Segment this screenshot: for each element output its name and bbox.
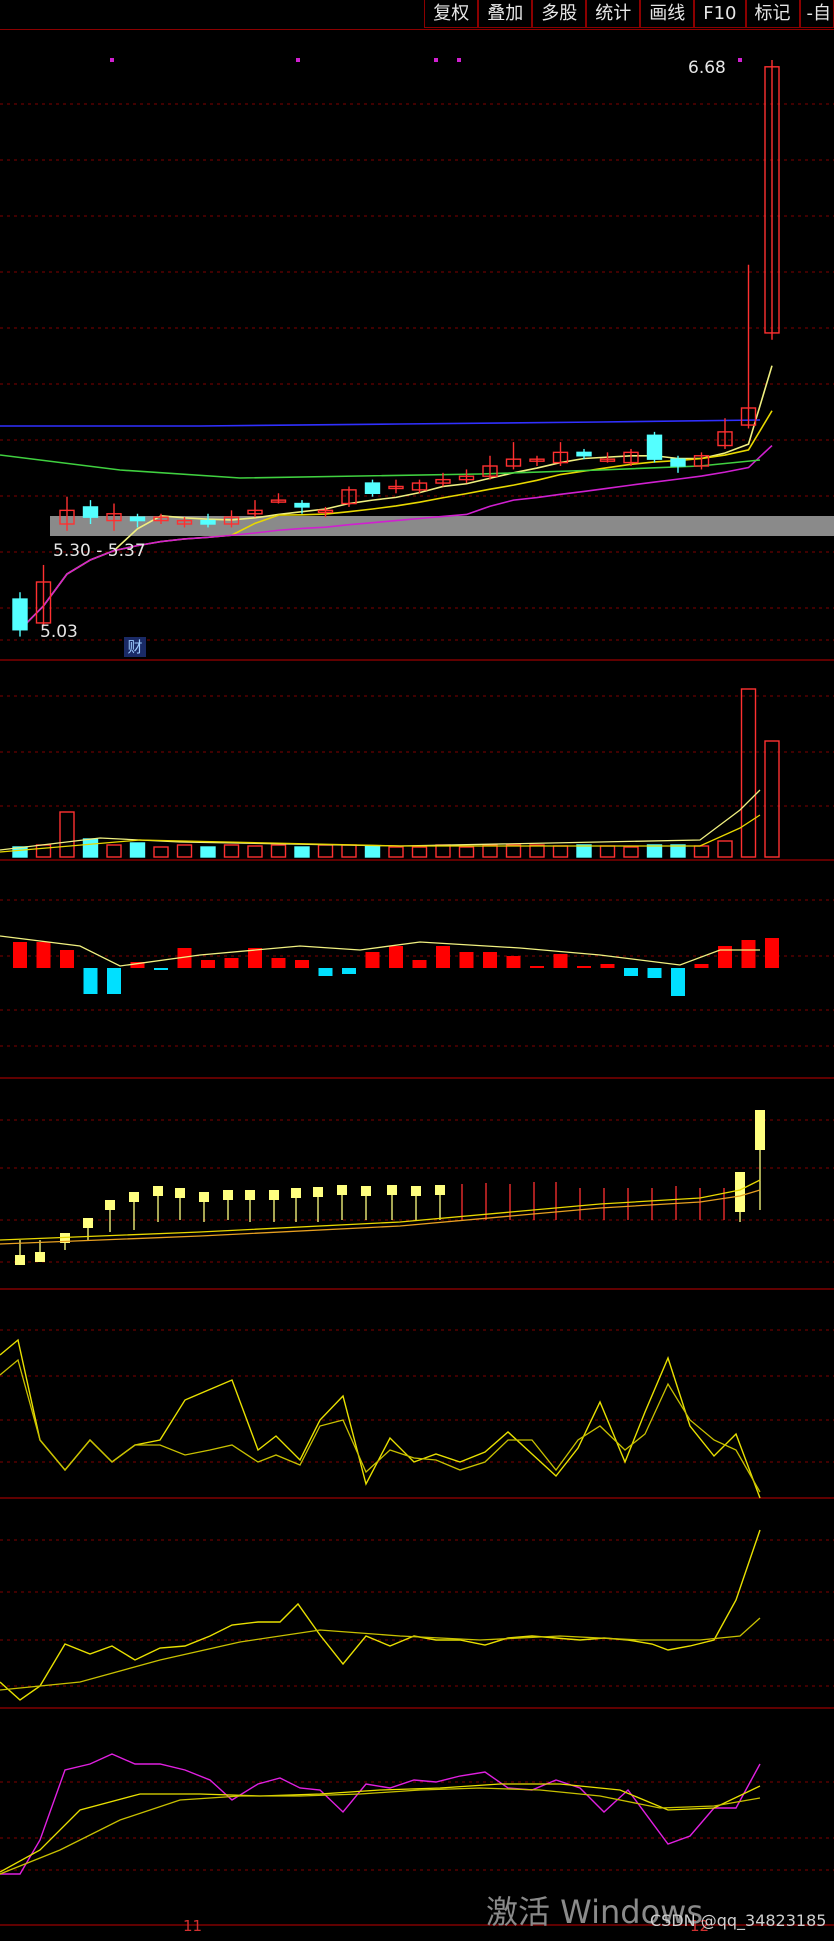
volume-bar-9	[223, 844, 240, 858]
finance-badge[interactable]: 财	[124, 637, 146, 657]
volume-bar-28	[670, 844, 686, 858]
signal-dot-3	[457, 58, 461, 62]
volume-bar-31	[740, 688, 757, 858]
macd-bar-4	[107, 968, 121, 994]
volume-bar-18	[435, 844, 451, 858]
stock-chart[interactable]	[0, 0, 834, 1941]
macd-bar-22	[530, 966, 544, 968]
osc-line-fast	[0, 1338, 761, 1499]
ma20-line	[19, 444, 773, 631]
volume-bar-11	[270, 844, 287, 858]
macd-signal-line	[0, 935, 760, 967]
macd-bar-18	[436, 946, 450, 968]
candle-body-0	[12, 598, 28, 631]
volume-bar-24	[576, 844, 592, 858]
macd-bar-2	[60, 950, 74, 968]
macd-bar-27	[647, 968, 662, 978]
osc-line-slow	[0, 1358, 761, 1493]
macd-bar-29	[694, 964, 709, 968]
macd-bar-23	[553, 954, 568, 968]
macd-bar-25	[600, 964, 615, 968]
macd-bar-13	[318, 968, 333, 976]
signal-dot-0	[110, 58, 114, 62]
signal-dot-2	[434, 58, 438, 62]
macd-bar-28	[671, 968, 685, 996]
volume-bar-4	[106, 844, 122, 858]
macd-bar-0	[13, 942, 27, 968]
volume-bar-10	[247, 845, 263, 858]
macd-bar-8	[201, 960, 215, 968]
macd-bar-17	[412, 960, 427, 968]
volume-bar-3	[82, 838, 99, 858]
volume-bar-7	[176, 844, 193, 858]
macd-bar-12	[295, 960, 309, 968]
volume-bar-32	[764, 740, 780, 858]
macd-bar-19	[459, 952, 474, 968]
volume-bar-16	[388, 846, 404, 858]
ind3-bar-0	[15, 1255, 25, 1265]
kdj-k-line	[0, 1783, 761, 1873]
volume-bar-25	[599, 845, 616, 858]
high-price-label: 6.68	[688, 58, 726, 78]
candle-body-27	[646, 434, 663, 460]
macd-bar-31	[741, 940, 756, 968]
volume-bar-12	[294, 846, 310, 858]
candle-body-24	[576, 451, 592, 457]
volume-bar-15	[364, 845, 381, 858]
macd-bar-9	[224, 958, 239, 968]
volume-bar-22	[529, 844, 545, 858]
ma5-line	[19, 365, 773, 631]
candle-body-3	[82, 506, 99, 518]
ma120-line	[0, 419, 761, 427]
macd-bar-32	[765, 938, 779, 968]
candle-body-28	[670, 458, 686, 467]
volume-ma5-line	[0, 789, 761, 851]
candle-body-15	[364, 482, 381, 494]
macd-bar-1	[36, 942, 51, 968]
volume-bar-27	[646, 844, 663, 858]
candle-body-5	[129, 516, 146, 522]
volume-bar-19	[458, 846, 475, 858]
volume-bar-17	[411, 846, 428, 858]
macd-bar-30	[718, 946, 732, 968]
volume-bar-6	[153, 846, 169, 858]
osc5-line-slow	[0, 1617, 761, 1691]
macd-bar-6	[154, 968, 168, 970]
volume-bar-14	[341, 844, 357, 858]
macd-bar-24	[577, 966, 591, 968]
candle-body-12	[294, 502, 310, 508]
volume-bar-26	[623, 846, 639, 858]
volume-bar-29	[693, 845, 710, 858]
macd-bar-20	[483, 952, 497, 968]
signal-dot-4	[738, 58, 742, 62]
macd-bar-21	[506, 956, 521, 968]
signal-dot-1	[296, 58, 300, 62]
volume-bar-21	[505, 844, 522, 858]
volume-bar-13	[317, 844, 334, 858]
range-band-label: 5.30 - 5.37	[53, 541, 146, 561]
volume-bar-30	[717, 840, 733, 858]
macd-bar-14	[342, 968, 356, 974]
volume-bar-8	[200, 846, 216, 858]
kdj-j-line	[0, 1753, 761, 1875]
low-price-label: 5.03	[40, 622, 78, 642]
ma60-line	[0, 454, 761, 479]
macd-bar-26	[624, 968, 638, 976]
volume-bar-5	[129, 842, 146, 858]
csdn-credit: CSDN @qq_34823185	[650, 1911, 827, 1930]
macd-bar-16	[389, 946, 403, 968]
volume-bar-23	[552, 845, 569, 858]
candle-body-8	[200, 519, 216, 525]
macd-bar-11	[271, 958, 286, 968]
macd-bar-3	[83, 968, 98, 994]
volume-bar-20	[482, 844, 498, 858]
osc5-line-fast	[0, 1529, 761, 1701]
volume-bar-2	[59, 811, 75, 858]
month-tick-11: 11	[183, 1917, 203, 1935]
ind3-bar-1	[35, 1252, 45, 1262]
macd-bar-15	[365, 952, 380, 968]
volume-bar-1	[35, 844, 52, 858]
